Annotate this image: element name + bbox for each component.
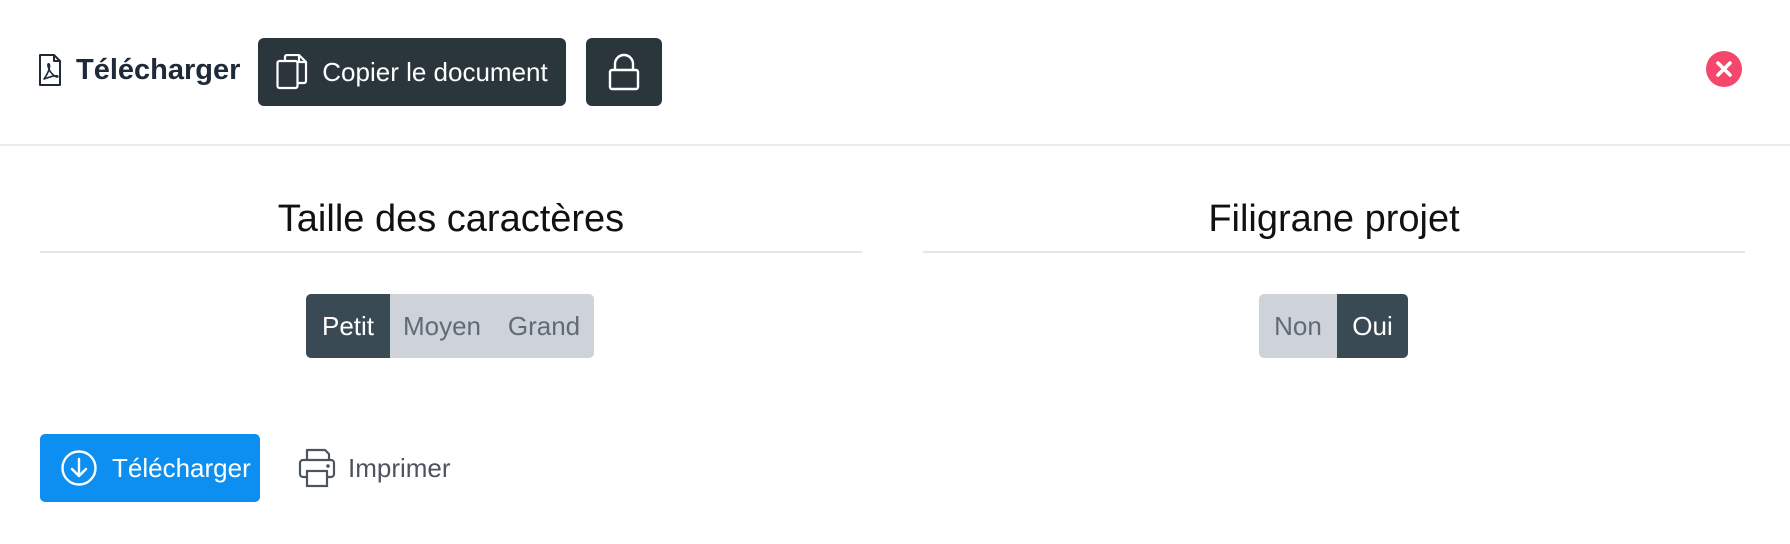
- pdf-file-icon: [39, 54, 61, 86]
- font-size-option-petit[interactable]: Petit: [306, 294, 390, 358]
- print-label: Imprimer: [348, 452, 451, 483]
- font-size-divider: [40, 251, 862, 253]
- copy-icon: [276, 54, 308, 90]
- printer-icon: [298, 448, 336, 488]
- header-title-group: Télécharger: [38, 45, 240, 95]
- download-circle-icon: [61, 450, 97, 486]
- print-button[interactable]: Imprimer: [298, 444, 451, 492]
- font-size-section-title: Taille des caractères: [277, 198, 625, 240]
- copy-document-button[interactable]: Copier le document: [258, 38, 566, 106]
- close-button[interactable]: [1706, 51, 1742, 87]
- font-size-option-grand[interactable]: Grand: [494, 294, 594, 358]
- watermark-option-non[interactable]: Non: [1259, 294, 1337, 358]
- watermark-option-oui[interactable]: Oui: [1337, 294, 1408, 358]
- lock-button[interactable]: [586, 38, 662, 106]
- watermark-divider: [923, 251, 1745, 253]
- download-button[interactable]: Télécharger: [40, 434, 260, 502]
- header-title: Télécharger: [76, 53, 241, 86]
- font-size-option-moyen[interactable]: Moyen: [390, 294, 494, 358]
- watermark-section-title: Filigrane projet: [1208, 198, 1460, 240]
- font-size-selector: Petit Moyen Grand: [306, 294, 594, 358]
- copy-document-label: Copier le document: [322, 56, 548, 87]
- lock-icon: [608, 53, 640, 91]
- close-circle-icon: [1716, 61, 1732, 77]
- watermark-selector: Non Oui: [1259, 294, 1408, 358]
- download-label: Télécharger: [112, 452, 251, 483]
- modal-header: Télécharger Copier le document: [0, 0, 1790, 146]
